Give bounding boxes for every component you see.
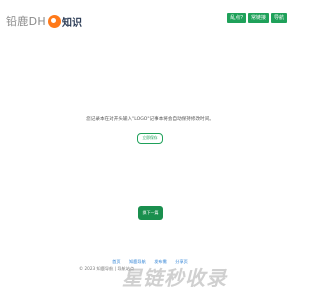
save-button[interactable]: 立即保存 (137, 133, 163, 144)
nav-button-random[interactable]: 乱点? (227, 13, 246, 23)
footer-link-home[interactable]: 首页 (112, 259, 120, 264)
next-article-button[interactable]: 换下一篇 (138, 206, 163, 220)
site-logo[interactable]: 铅鹿DH 知识 (6, 10, 82, 32)
logo-search-icon (47, 14, 61, 28)
record-section: 您记录本在对开头输入"LOGO"记事本将会自动保持修改时间。 立即保存 (0, 116, 300, 144)
site-header: 铅鹿DH 知识 乱点? 常链接 导航 (0, 0, 300, 40)
nav-button-navigation[interactable]: 导航 (270, 13, 287, 23)
watermark-text: 星链秒收录 (122, 266, 227, 290)
logo-strong-text: 知识 (61, 17, 82, 29)
logo-text: 铅鹿DH (6, 15, 46, 28)
top-nav: 乱点? 常链接 导航 (227, 13, 287, 23)
nav-button-links[interactable]: 常链接 (247, 13, 269, 23)
record-description: 您记录本在对开头输入"LOGO"记事本将会自动保持修改时间。 (86, 117, 214, 122)
